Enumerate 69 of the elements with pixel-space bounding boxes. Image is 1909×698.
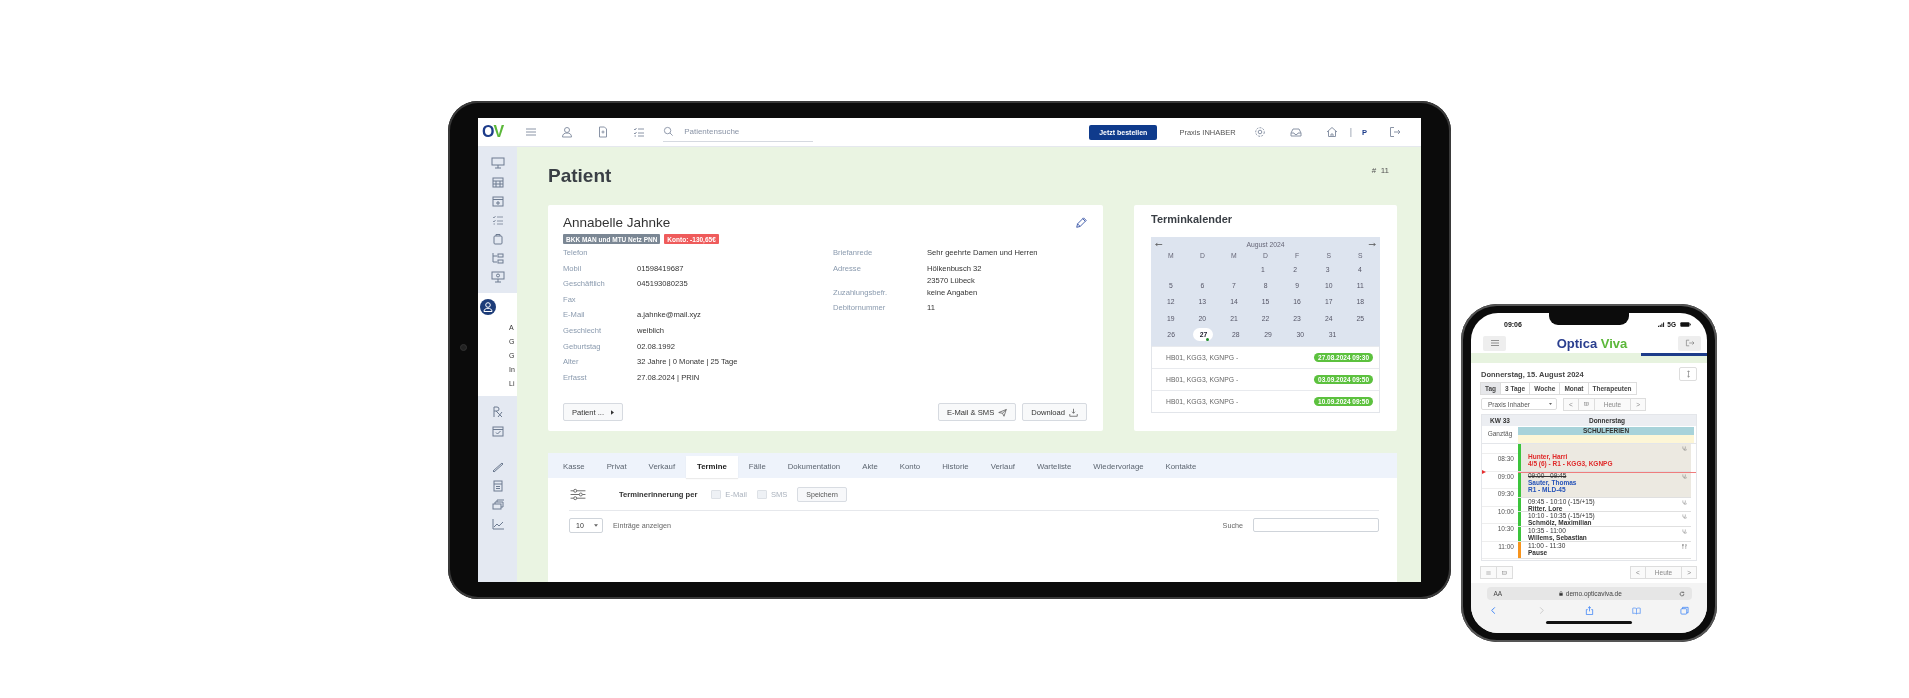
- menu-icon: [1489, 339, 1500, 347]
- current-time-marker-icon: [1482, 470, 1486, 474]
- document-icon[interactable]: [597, 126, 610, 138]
- calendar-icon[interactable]: [490, 176, 505, 188]
- settings-icon[interactable]: [1253, 126, 1266, 138]
- share-icon[interactable]: [1584, 606, 1594, 615]
- patient-name: Annabelle Jahnke: [563, 215, 672, 230]
- grid-icon: [1583, 402, 1589, 406]
- filter-icon[interactable]: [569, 487, 587, 501]
- caret-icon: [611, 409, 615, 415]
- lock-icon: [1558, 591, 1563, 596]
- header-bar: [1641, 353, 1707, 356]
- menu-icon[interactable]: [525, 126, 538, 138]
- separator: |: [1349, 127, 1352, 137]
- checkbox[interactable]: [711, 489, 722, 499]
- logout-icon[interactable]: [1389, 126, 1401, 138]
- home-icon[interactable]: [1325, 126, 1338, 138]
- patient-number: # 11: [1371, 165, 1389, 175]
- menu-button[interactable]: [1483, 335, 1506, 351]
- user-icon[interactable]: [561, 126, 574, 138]
- stack-icon[interactable]: [490, 499, 505, 511]
- hierarchy-icon[interactable]: [490, 252, 505, 264]
- prescription-icon[interactable]: [490, 406, 505, 418]
- battery-icon: [1680, 321, 1691, 327]
- logout-button[interactable]: [1678, 335, 1701, 351]
- inbox-icon[interactable]: [1289, 126, 1302, 138]
- checklist-icon[interactable]: [633, 126, 646, 138]
- next-arrow-icon[interactable]: [1368, 242, 1376, 247]
- camera-icon: [460, 344, 467, 351]
- monitor-icon[interactable]: [490, 157, 505, 169]
- signal-icon: [1658, 321, 1666, 327]
- split-icon: [1502, 570, 1507, 575]
- tabs-icon[interactable]: [1680, 606, 1689, 615]
- search-field[interactable]: Patientensuche: [682, 126, 797, 137]
- expand-button[interactable]: [1679, 367, 1697, 381]
- page-title: Patient: [548, 165, 613, 187]
- stethoscope-icon: [1682, 446, 1687, 451]
- reload-icon[interactable]: [1678, 590, 1685, 597]
- cutlery-icon: [1682, 543, 1687, 549]
- bookmarks-icon[interactable]: [1632, 606, 1642, 615]
- back-icon[interactable]: [1489, 606, 1498, 615]
- calendar-plus-icon[interactable]: [490, 195, 505, 207]
- stethoscope-icon: [1682, 473, 1687, 479]
- stethoscope-icon: [1682, 514, 1687, 520]
- stethoscope-icon: [1682, 528, 1687, 534]
- checklist-icon[interactable]: [490, 214, 505, 226]
- logout-icon: [1684, 339, 1695, 347]
- logo[interactable]: OV: [482, 123, 504, 141]
- edit-icon[interactable]: [1075, 216, 1087, 229]
- search-icon: [663, 126, 675, 137]
- chart-icon[interactable]: [490, 518, 505, 530]
- dropdown-icon: [594, 523, 598, 527]
- previous-arrow-icon[interactable]: [1155, 242, 1163, 247]
- calendar-check-icon[interactable]: [490, 425, 505, 437]
- search-field[interactable]: [1253, 518, 1379, 532]
- logo[interactable]: Optica Viva: [1556, 335, 1628, 351]
- stethoscope-icon: [1682, 499, 1687, 505]
- calculator-icon[interactable]: [490, 480, 505, 492]
- download-icon: [1069, 407, 1078, 417]
- send-icon: [998, 407, 1008, 417]
- list-icon: [1486, 570, 1491, 575]
- split-view-button[interactable]: [1496, 566, 1513, 579]
- card-title: Terminkalender: [1151, 213, 1234, 227]
- checkbox[interactable]: [756, 489, 767, 499]
- user-avatar-icon[interactable]: [480, 299, 496, 315]
- clipboard-icon[interactable]: [490, 233, 505, 245]
- screen-icon[interactable]: [490, 271, 505, 283]
- ruler-icon[interactable]: [490, 461, 505, 473]
- expand-icon: [1685, 370, 1691, 378]
